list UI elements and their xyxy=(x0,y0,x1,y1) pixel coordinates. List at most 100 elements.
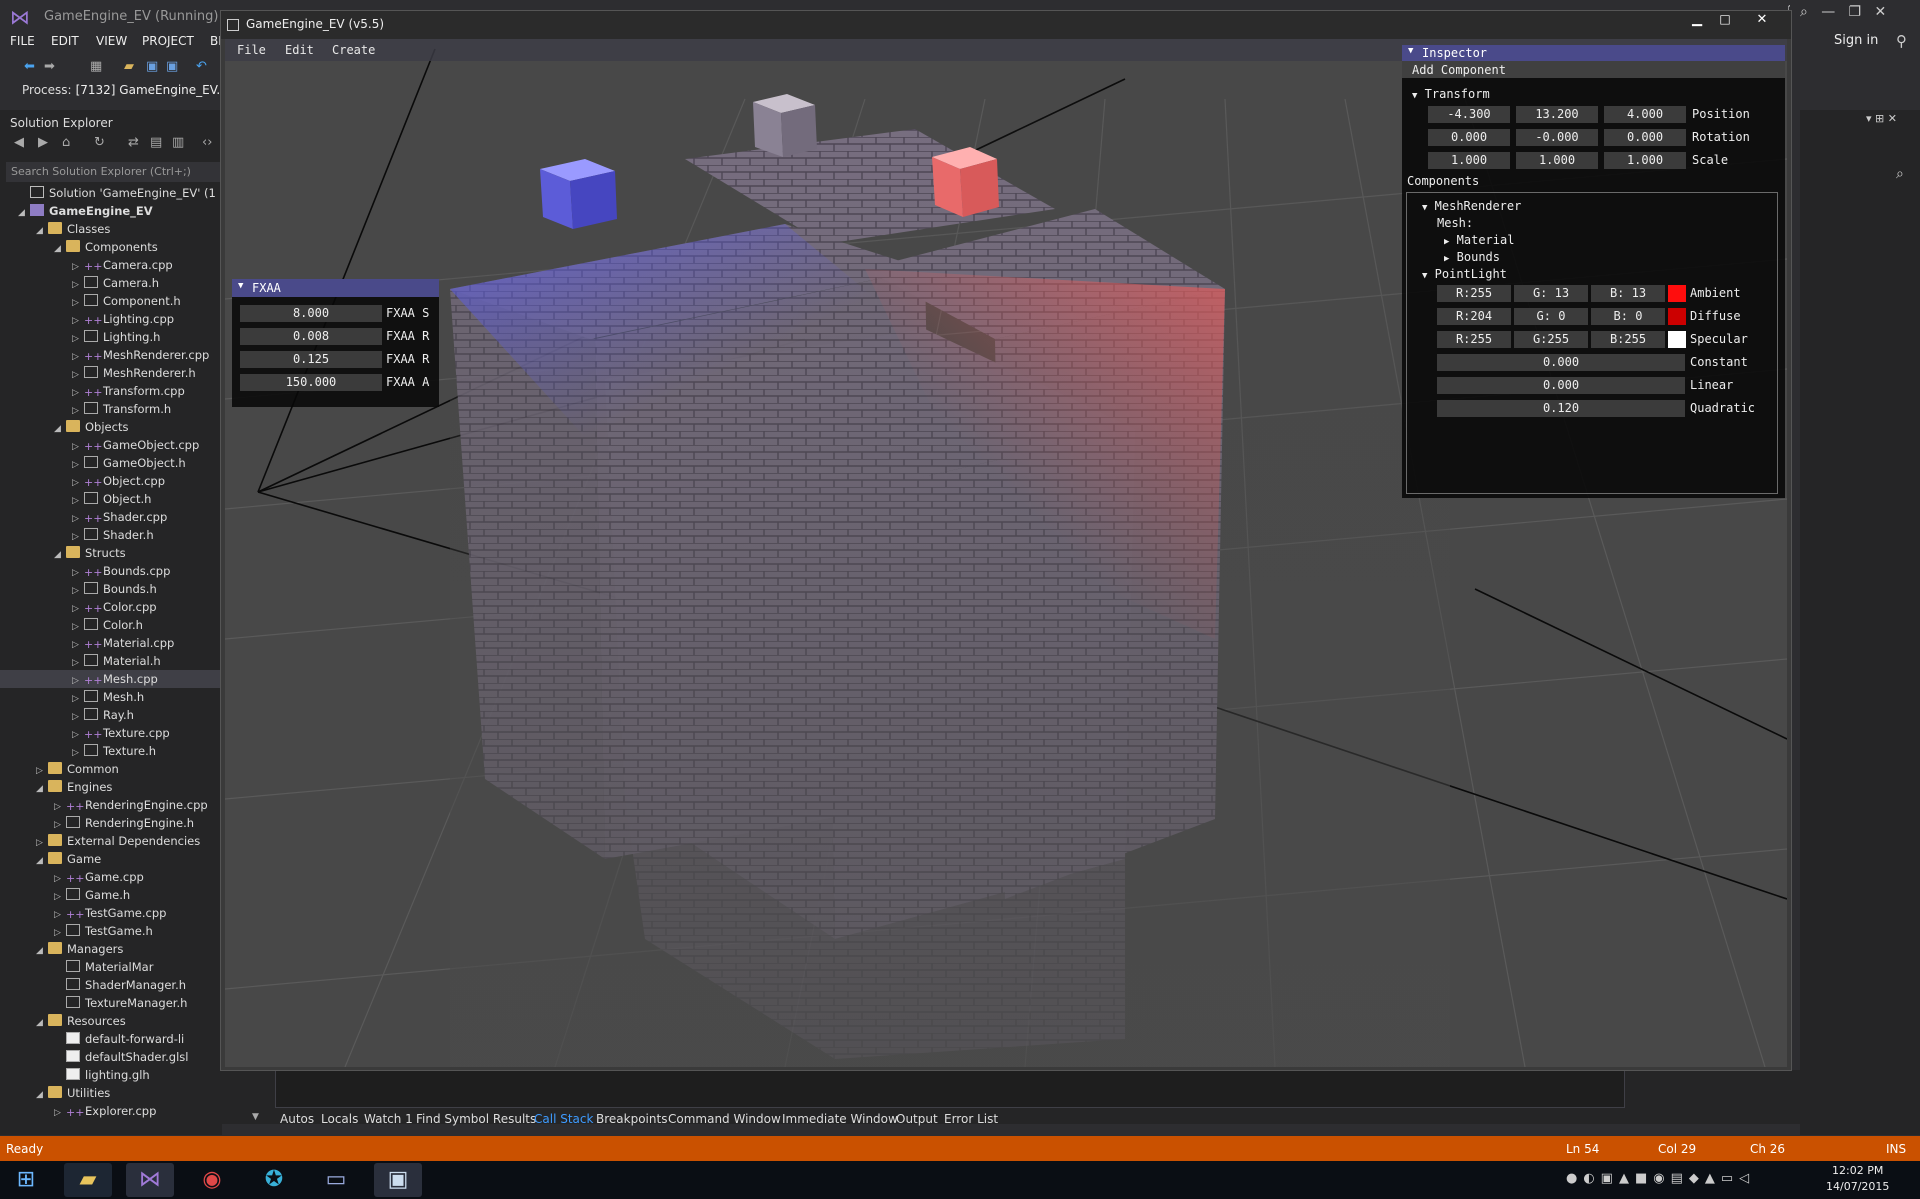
ambient-g-field[interactable]: G: 13 xyxy=(1514,285,1588,302)
diffuse-b-field[interactable]: B: 0 xyxy=(1591,308,1665,325)
tree-folder[interactable]: ▷ Common xyxy=(0,760,222,778)
tree-file[interactable]: ▷ ++Mesh.cpp xyxy=(0,670,222,688)
process-selector[interactable]: Process: [7132] GameEngine_EV.exe xyxy=(22,83,242,97)
game-taskbar-icon[interactable]: ▣ xyxy=(374,1163,422,1197)
tree-file[interactable]: ▷ Object.h xyxy=(0,490,222,508)
search-icon[interactable]: ⌕ xyxy=(1896,166,1904,182)
scale-z-field[interactable]: 1.000 xyxy=(1604,152,1686,169)
tree-file[interactable]: ▷ GameObject.h xyxy=(0,454,222,472)
fxaa-amount-field[interactable]: 150.000 xyxy=(240,374,382,391)
sync-icon[interactable]: ⇄ xyxy=(128,136,142,150)
tree-file[interactable]: ▷ ++Lighting.cpp xyxy=(0,310,222,328)
tree-file[interactable]: ▷ ++Color.cpp xyxy=(0,598,222,616)
tab-error-list[interactable]: Error List xyxy=(944,1112,998,1126)
inspector-header[interactable]: ▼ Inspector xyxy=(1402,45,1785,61)
tree-file[interactable]: ▷ Ray.h xyxy=(0,706,222,724)
back-icon[interactable]: ◀ xyxy=(14,136,28,150)
explorer-taskbar-icon[interactable]: ▰ xyxy=(64,1163,112,1197)
specular-g-field[interactable]: G:255 xyxy=(1514,331,1588,348)
tree-folder[interactable]: ◢ Game xyxy=(0,850,222,868)
collapse-arrow-icon[interactable]: ▼ xyxy=(1408,46,1413,56)
tree-file[interactable]: ▷ MeshRenderer.h xyxy=(0,364,222,382)
rotation-z-field[interactable]: 0.000 xyxy=(1604,129,1686,146)
tree-file[interactable]: ▷ ++MeshRenderer.cpp xyxy=(0,346,222,364)
linear-field[interactable]: 0.000 xyxy=(1437,377,1685,394)
tree-file[interactable]: ▷ Component.h xyxy=(0,292,222,310)
tree-file[interactable]: lighting.glh xyxy=(0,1066,222,1084)
tab-command-window[interactable]: Command Window xyxy=(668,1112,781,1126)
tree-file[interactable]: ▷ ++Bounds.cpp xyxy=(0,562,222,580)
solution-search-input[interactable]: Search Solution Explorer (Ctrl+;) xyxy=(6,162,220,182)
tree-file[interactable]: ▷ Texture.h xyxy=(0,742,222,760)
tree-file[interactable]: ▷ ++Camera.cpp xyxy=(0,256,222,274)
scale-y-field[interactable]: 1.000 xyxy=(1516,152,1598,169)
rotation-x-field[interactable]: 0.000 xyxy=(1428,129,1510,146)
collapse-arrow-icon[interactable]: ▼ xyxy=(238,281,243,291)
fxaa-reduce-mul-field[interactable]: 0.125 xyxy=(240,351,382,368)
forward-icon[interactable]: ➡ xyxy=(44,60,58,74)
feedback-icon[interactable]: ⚲ xyxy=(1896,32,1907,50)
sign-in-link[interactable]: Sign in xyxy=(1834,33,1878,48)
tree-folder[interactable]: ◢ Components xyxy=(0,238,222,256)
tree-file[interactable]: ▷ Material.h xyxy=(0,652,222,670)
position-x-field[interactable]: -4.300 xyxy=(1428,106,1510,123)
tree-file[interactable]: ▷ Game.h xyxy=(0,886,222,904)
bounds-node[interactable]: ▶ Bounds xyxy=(1444,250,1500,264)
tree-file[interactable]: ▷ ++Material.cpp xyxy=(0,634,222,652)
tree-file[interactable]: ▷ ++RenderingEngine.cpp xyxy=(0,796,222,814)
specular-r-field[interactable]: R:255 xyxy=(1437,331,1511,348)
tree-file[interactable]: ▷ ++Explorer.cpp xyxy=(0,1102,222,1120)
dock-pin-icon[interactable]: ▾ ⊞ ✕ xyxy=(1866,112,1897,125)
maximize-button[interactable]: □ xyxy=(1714,12,1736,30)
start-button-icon[interactable]: ⊞ xyxy=(2,1163,50,1197)
tree-file[interactable]: ShaderManager.h xyxy=(0,976,222,994)
menu-edit[interactable]: EDIT xyxy=(51,34,79,48)
collapsed-arrow-icon[interactable]: ▷ xyxy=(54,1104,66,1122)
diffuse-color-swatch[interactable] xyxy=(1668,308,1686,325)
tree-folder[interactable]: ▷ External Dependencies xyxy=(0,832,222,850)
tree-file[interactable]: default-forward-li xyxy=(0,1030,222,1048)
tab-breakpoints[interactable]: Breakpoints xyxy=(596,1112,667,1126)
tree-file[interactable]: TextureManager.h xyxy=(0,994,222,1012)
undo-icon[interactable]: ↶ xyxy=(196,60,210,74)
open-folder-icon[interactable]: ▰ xyxy=(124,60,138,74)
tab-immediate-window[interactable]: Immediate Window xyxy=(782,1112,898,1126)
pending-changes-icon[interactable]: ↻ xyxy=(94,136,108,150)
diffuse-g-field[interactable]: G: 0 xyxy=(1514,308,1588,325)
add-component-button[interactable]: Add Component xyxy=(1402,61,1785,78)
menu-view[interactable]: VIEW xyxy=(96,34,127,48)
diffuse-r-field[interactable]: R:204 xyxy=(1437,308,1511,325)
tree-file[interactable]: ▷ Bounds.h xyxy=(0,580,222,598)
tab-locals[interactable]: Locals xyxy=(321,1112,358,1126)
specular-color-swatch[interactable] xyxy=(1668,331,1686,348)
position-z-field[interactable]: 4.000 xyxy=(1604,106,1686,123)
new-project-icon[interactable]: ▦ xyxy=(90,60,104,74)
visual-studio-taskbar-icon[interactable]: ⋈ xyxy=(126,1163,174,1197)
tree-file[interactable]: ▷ TestGame.h xyxy=(0,922,222,940)
tree-file[interactable]: ▷ ++Shader.cpp xyxy=(0,508,222,526)
tree-file[interactable]: ▷ ++Texture.cpp xyxy=(0,724,222,742)
show-all-files-icon[interactable]: ▥ xyxy=(172,136,186,150)
tree-folder[interactable]: ◢ Managers xyxy=(0,940,222,958)
system-tray-icons[interactable]: ●◐▣▲■◉▤◆▲▭◁ xyxy=(1566,1171,1755,1186)
menu-file[interactable]: FILE xyxy=(10,34,35,48)
tree-folder[interactable]: ◢ Resources xyxy=(0,1012,222,1030)
tree-file[interactable]: ▷ ++Transform.cpp xyxy=(0,382,222,400)
tree-file[interactable]: ▷ Color.h xyxy=(0,616,222,634)
tree-project[interactable]: ◢ GameEngine_EV xyxy=(0,202,222,220)
collapse-all-icon[interactable]: ▤ xyxy=(150,136,164,150)
tree-file[interactable]: ▷ ++TestGame.cpp xyxy=(0,904,222,922)
tab-find-symbol-results[interactable]: Find Symbol Results xyxy=(416,1112,536,1126)
material-node[interactable]: ▶ Material xyxy=(1444,233,1514,247)
tab-call-stack[interactable]: Call Stack xyxy=(534,1112,593,1126)
tree-folder[interactable]: ◢ Utilities xyxy=(0,1084,222,1102)
game-menu-edit[interactable]: Edit xyxy=(285,43,314,57)
taskbar-clock[interactable]: 12:02 PM 14/07/2015 xyxy=(1826,1163,1889,1195)
ambient-r-field[interactable]: R:255 xyxy=(1437,285,1511,302)
tree-file[interactable]: ▷ Shader.h xyxy=(0,526,222,544)
back-icon[interactable]: ⬅ xyxy=(24,60,38,74)
tree-file[interactable]: MaterialMar xyxy=(0,958,222,976)
position-y-field[interactable]: 13.200 xyxy=(1516,106,1598,123)
tree-folder[interactable]: ◢ Structs xyxy=(0,544,222,562)
tree-file[interactable]: ▷ ++Game.cpp xyxy=(0,868,222,886)
